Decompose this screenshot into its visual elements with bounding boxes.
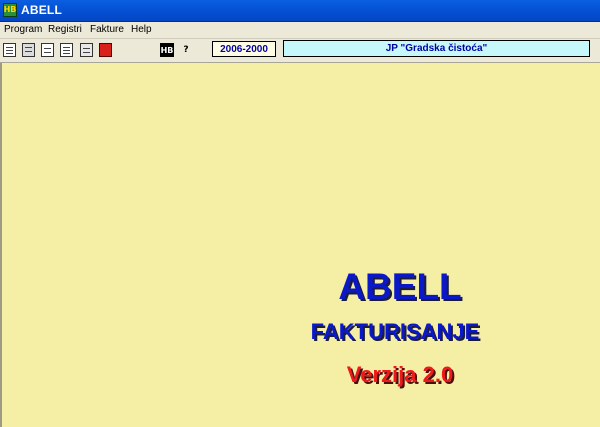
splash-version: Verzija 2.0 <box>346 362 454 387</box>
splash-subtitle: FAKTURISANJE <box>310 319 480 344</box>
company-name-field: JP "Gradska čistoća" <box>283 40 590 57</box>
year-range-field[interactable]: 2006-2000 <box>212 41 276 57</box>
report-icon[interactable] <box>80 43 93 57</box>
title-bar: HB ABELL <box>0 0 600 22</box>
exit-icon[interactable] <box>99 43 112 57</box>
abell-app-icon[interactable]: HB <box>3 3 17 17</box>
document-icon[interactable] <box>41 43 54 57</box>
help-icon[interactable]: ? <box>180 43 192 57</box>
list-document-icon[interactable] <box>60 43 73 57</box>
calculator-icon[interactable] <box>22 43 35 57</box>
hb-button[interactable]: HB <box>160 43 174 57</box>
menu-bar: Program Registri Fakture Help <box>0 22 600 39</box>
window-title: ABELL <box>21 3 62 17</box>
menu-program[interactable]: Program <box>4 24 42 35</box>
menu-help[interactable]: Help <box>131 24 152 35</box>
splash-title: ABELL <box>338 266 462 307</box>
menu-fakture[interactable]: Fakture <box>90 24 124 35</box>
menu-registri[interactable]: Registri <box>48 24 82 35</box>
open-book-icon[interactable] <box>3 43 16 57</box>
